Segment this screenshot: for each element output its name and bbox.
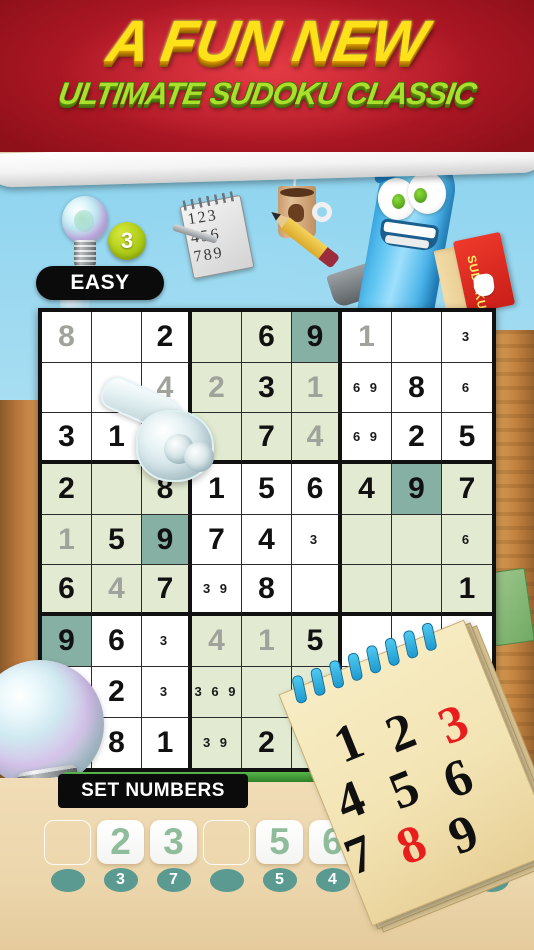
sudoku-cell-r9c3[interactable]: 1 <box>142 717 192 769</box>
sudoku-cell-r7c2[interactable]: 6 <box>92 616 142 667</box>
pencil-marks: 3 9 <box>202 581 231 597</box>
pencil-marks: 6 9 <box>352 429 381 445</box>
set-numbers-label: SET NUMBERS <box>58 774 248 808</box>
pencil-marks: 3 6 9 <box>194 684 239 700</box>
number-button-2[interactable]: 2 <box>97 820 144 865</box>
sudoku-cell-r5c8[interactable] <box>392 514 442 566</box>
sudoku-cell-r1c9[interactable]: 3 <box>442 312 492 363</box>
hint-lightbulb-icon[interactable] <box>56 196 112 272</box>
number-picker-cell-1[interactable]: 1 <box>44 820 91 892</box>
sudoku-cell-r3c4[interactable] <box>192 413 242 465</box>
sudoku-cell-r5c1[interactable]: 1 <box>42 514 92 566</box>
banner-title-line1: A FUN NEW <box>102 8 432 75</box>
sudoku-cell-r3c2[interactable]: 1 <box>92 413 142 465</box>
sudoku-cell-r3c3[interactable] <box>142 413 192 465</box>
sudoku-cell-r1c7[interactable]: 1 <box>342 312 392 363</box>
number-picker-cell-5[interactable]: 55 <box>256 820 303 892</box>
sudoku-cell-r7c5[interactable]: 1 <box>242 616 292 667</box>
sudoku-cell-r6c4[interactable]: 3 9 <box>192 565 242 617</box>
sudoku-cell-r4c4[interactable]: 1 <box>192 464 242 515</box>
number-picker-cell-3[interactable]: 37 <box>150 820 197 892</box>
sudoku-cell-r5c6[interactable]: 3 <box>292 514 342 566</box>
number-button-1[interactable]: 1 <box>44 820 91 865</box>
sudoku-cell-r5c2[interactable]: 5 <box>92 514 142 566</box>
sudoku-cell-r6c1[interactable]: 6 <box>42 565 92 617</box>
sudoku-cell-r2c4[interactable]: 2 <box>192 362 242 414</box>
pencil-marks: 6 9 <box>352 380 381 396</box>
number-picker-cell-2[interactable]: 23 <box>97 820 144 892</box>
sudoku-cell-r6c7[interactable] <box>342 565 392 617</box>
number-remaining-badge-4 <box>209 868 244 892</box>
number-remaining-badge-1 <box>50 868 85 892</box>
pencil-marks: 6 <box>461 380 473 396</box>
sudoku-cell-r1c3[interactable]: 2 <box>142 312 192 363</box>
sudoku-cell-r4c9[interactable]: 7 <box>442 464 492 515</box>
sudoku-cell-r9c5[interactable]: 2 <box>242 717 292 769</box>
sudoku-cell-r6c2[interactable]: 4 <box>92 565 142 617</box>
sudoku-cell-r4c7[interactable]: 4 <box>342 464 392 515</box>
sudoku-cell-r2c5[interactable]: 3 <box>242 362 292 414</box>
sudoku-cell-r1c2[interactable] <box>92 312 142 363</box>
sudoku-cell-r8c3[interactable]: 3 <box>142 666 192 718</box>
sudoku-cell-r3c9[interactable]: 5 <box>442 413 492 465</box>
sudoku-cell-r4c2[interactable] <box>92 464 142 515</box>
sudoku-cell-r2c3[interactable]: 4 <box>142 362 192 414</box>
sudoku-cell-r3c1[interactable]: 3 <box>42 413 92 465</box>
sudoku-cell-r6c8[interactable] <box>392 565 442 617</box>
sudoku-cell-r6c6[interactable] <box>292 565 342 617</box>
sudoku-cell-r3c7[interactable]: 6 9 <box>342 413 392 465</box>
difficulty-button[interactable]: EASY <box>36 266 164 300</box>
sudoku-cell-r5c3[interactable]: 9 <box>142 514 192 566</box>
sudoku-cell-r2c1[interactable] <box>42 362 92 414</box>
sudoku-cell-r5c4[interactable]: 7 <box>192 514 242 566</box>
sudoku-cell-r2c6[interactable]: 1 <box>292 362 342 414</box>
sudoku-cell-r3c5[interactable]: 7 <box>242 413 292 465</box>
sudoku-cell-r7c4[interactable]: 4 <box>192 616 242 667</box>
banner-title-line2: ULTIMATE SUDOKU CLASSIC <box>55 75 479 112</box>
sudoku-cell-r4c3[interactable]: 8 <box>142 464 192 515</box>
sudoku-cell-r6c9[interactable]: 1 <box>442 565 492 617</box>
sudoku-cell-r6c5[interactable]: 8 <box>242 565 292 617</box>
number-button-3[interactable]: 3 <box>150 820 197 865</box>
sudoku-cell-r2c2[interactable] <box>92 362 142 414</box>
sudoku-cell-r5c7[interactable] <box>342 514 392 566</box>
number-button-5[interactable]: 5 <box>256 820 303 865</box>
sudoku-cell-r1c8[interactable] <box>392 312 442 363</box>
sudoku-cell-r4c5[interactable]: 5 <box>242 464 292 515</box>
number-remaining-badge-2: 3 <box>103 868 138 892</box>
sudoku-cell-r2c9[interactable]: 6 <box>442 362 492 414</box>
sudoku-cell-r3c8[interactable]: 2 <box>392 413 442 465</box>
sudoku-cell-r9c4[interactable]: 3 9 <box>192 717 242 769</box>
pencil-marks: 3 <box>309 532 321 548</box>
sudoku-cell-r3c6[interactable]: 4 <box>292 413 342 465</box>
sudoku-book-decoration: SUDOKU <box>433 231 516 318</box>
sudoku-cell-r2c8[interactable]: 8 <box>392 362 442 414</box>
sudoku-cell-r1c1[interactable]: 8 <box>42 312 92 363</box>
sudoku-cell-r4c8[interactable]: 9 <box>392 464 442 515</box>
sudoku-cell-r2c7[interactable]: 6 9 <box>342 362 392 414</box>
pencil-marks: 6 <box>461 532 473 548</box>
pencil-marks: 3 9 <box>202 735 231 751</box>
number-remaining-badge-5: 5 <box>262 868 297 892</box>
number-remaining-badge-3: 7 <box>156 868 191 892</box>
sudoku-cell-r6c3[interactable]: 7 <box>142 565 192 617</box>
sudoku-cell-r1c5[interactable]: 6 <box>242 312 292 363</box>
pencil-marks: 3 <box>461 329 473 345</box>
sudoku-cell-r5c9[interactable]: 6 <box>442 514 492 566</box>
sudoku-cell-r7c3[interactable]: 3 <box>142 616 192 667</box>
pencil-marks: 3 <box>159 633 171 649</box>
sudoku-cell-r8c4[interactable]: 3 6 9 <box>192 666 242 718</box>
number-picker-cell-4[interactable]: 4 <box>203 820 250 892</box>
promo-banner: A FUN NEW ULTIMATE SUDOKU CLASSIC <box>0 0 534 152</box>
number-button-4[interactable]: 4 <box>203 820 250 865</box>
sudoku-cell-r1c6[interactable]: 9 <box>292 312 342 363</box>
sudoku-cell-r5c5[interactable]: 4 <box>242 514 292 566</box>
sudoku-cell-r4c1[interactable]: 2 <box>42 464 92 515</box>
sudoku-cell-r1c4[interactable] <box>192 312 242 363</box>
hint-count-badge: 3 <box>108 222 146 260</box>
number-remaining-badge-6: 4 <box>315 868 350 892</box>
sudoku-cell-r4c6[interactable]: 6 <box>292 464 342 515</box>
sudoku-cell-r7c1[interactable]: 9 <box>42 616 92 667</box>
pencil-marks: 3 <box>159 684 171 700</box>
